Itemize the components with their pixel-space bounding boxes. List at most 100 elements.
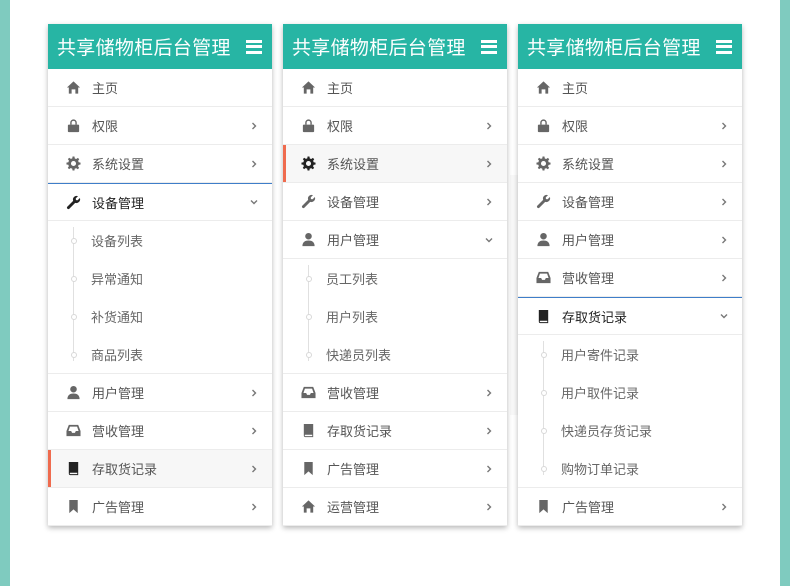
menu-toggle-icon[interactable]: [716, 39, 732, 54]
sidebar-item-4[interactable]: 设备管理: [283, 183, 507, 221]
submenu-item-2[interactable]: 异常通知: [48, 259, 272, 297]
book-icon: [65, 461, 81, 477]
gear-icon: [300, 156, 316, 172]
chevron-right-icon: [482, 386, 496, 400]
submenu-item-1[interactable]: 员工列表: [283, 259, 507, 297]
sidebar-item-6[interactable]: 营收管理: [518, 259, 742, 297]
sidebar-item-label: 权限: [562, 120, 589, 135]
sidebar-item-label: 主页: [327, 82, 354, 97]
inbox-icon: [535, 270, 551, 286]
sidebar-item-8[interactable]: 广告管理: [518, 488, 742, 526]
submenu: 设备列表 异常通知 补货通知 商品列表: [48, 221, 272, 374]
submenu-item-3[interactable]: 快递员存货记录: [518, 411, 742, 449]
sidebar-item-1[interactable]: 主页: [48, 69, 272, 107]
chevron-right-icon: [717, 500, 731, 514]
sidebar-item-2[interactable]: 权限: [518, 107, 742, 145]
sidebar-menu: 主页权限系统设置设备管理用户管理营收管理存取货记录 用户寄件记录 用户取件记录 快递员…: [518, 69, 742, 526]
submenu: 用户寄件记录 用户取件记录 快递员存货记录 购物订单记录: [518, 335, 742, 488]
sidebar-item-9[interactable]: 运营管理: [283, 488, 507, 526]
lock-icon: [300, 118, 316, 134]
submenu-item-4[interactable]: 购物订单记录: [518, 449, 742, 487]
chevron-right-icon: [247, 500, 261, 514]
inbox-icon: [65, 423, 81, 439]
chevron-right-icon: [717, 271, 731, 285]
chevron-right-icon: [717, 119, 731, 133]
sidebar-item-1[interactable]: 主页: [283, 69, 507, 107]
sidebar-item-5[interactable]: 用户管理: [48, 374, 272, 412]
sidebar-item-label: 设备管理: [562, 196, 615, 211]
sidebar-item-4[interactable]: 设备管理: [48, 183, 272, 221]
sidebar-item-label: 用户管理: [562, 234, 615, 249]
sidebar-item-5[interactable]: 用户管理: [283, 221, 507, 259]
submenu-item-2[interactable]: 用户取件记录: [518, 373, 742, 411]
wrench-icon: [300, 194, 316, 210]
submenu-item-1[interactable]: 用户寄件记录: [518, 335, 742, 373]
sidebar-item-label: 广告管理: [562, 501, 615, 516]
sidebar-item-label: 用户管理: [327, 234, 380, 249]
sidebar-item-1[interactable]: 主页: [518, 69, 742, 107]
sidebar-item-8[interactable]: 广告管理: [283, 450, 507, 488]
wrench-icon: [65, 194, 81, 210]
chevron-down-icon: [247, 195, 261, 209]
sidebar-item-label: 营收管理: [562, 272, 615, 287]
user-icon: [535, 232, 551, 248]
chevron-down-icon: [717, 309, 731, 323]
sidebar-item-4[interactable]: 设备管理: [518, 183, 742, 221]
sidebar-item-6[interactable]: 营收管理: [283, 374, 507, 412]
sidebar-menu: 主页权限 系统设置 设备管理用户管理员工列表 用户列表 快递员列表营收管理存取货记录广告…: [283, 69, 507, 526]
chevron-right-icon: [247, 386, 261, 400]
submenu-item-3[interactable]: 快递员列表: [283, 335, 507, 373]
sidebar-item-label: 设备管理: [92, 196, 145, 212]
panel-header: 共享储物柜后台管理: [48, 24, 272, 69]
gear-icon: [535, 156, 551, 172]
sidebar-item-2[interactable]: 权限: [283, 107, 507, 145]
sidebar-item-label: 广告管理: [92, 501, 145, 516]
menu-toggle-icon[interactable]: [246, 39, 262, 54]
user-icon: [300, 232, 316, 248]
chevron-right-icon: [482, 500, 496, 514]
inbox-icon: [300, 385, 316, 401]
sidebar-item-7[interactable]: 存取货记录: [48, 450, 272, 488]
sidebar-item-3[interactable]: 系统设置: [48, 145, 272, 183]
sidebar-item-6[interactable]: 营收管理: [48, 412, 272, 450]
sidebar-item-2[interactable]: 权限: [48, 107, 272, 145]
sidebar-panel-1: 共享储物柜后台管理 主页 权限系统设置设备管理设备列表 异常通知 补货通知 商品列表用户…: [48, 24, 272, 526]
submenu-item-2[interactable]: 用户列表: [283, 297, 507, 335]
submenu-item-3[interactable]: 补货通知: [48, 297, 272, 335]
chevron-right-icon: [482, 195, 496, 209]
sidebar-item-7[interactable]: 存取货记录: [283, 412, 507, 450]
submenu-item-1[interactable]: 设备列表: [48, 221, 272, 259]
submenu-item-4[interactable]: 商品列表: [48, 335, 272, 373]
submenu: 员工列表 用户列表 快递员列表: [283, 259, 507, 374]
panel-header: 共享储物柜后台管理: [283, 24, 507, 69]
chevron-right-icon: [482, 119, 496, 133]
sidebar-item-3[interactable]: 系统设置: [518, 145, 742, 183]
sidebar-item-7[interactable]: 存取货记录: [518, 297, 742, 335]
sidebar-item-label: 存取货记录: [327, 425, 393, 440]
lock-icon: [535, 118, 551, 134]
stage: 共享储物柜后台管理 主页 权限 系统设置 设备管理 设备列表 异常通知 补货通知 商品列表 用户…: [10, 0, 780, 586]
chevron-right-icon: [482, 462, 496, 476]
sidebar-item-label: 存取货记录: [92, 463, 158, 478]
chevron-right-icon: [247, 462, 261, 476]
sidebar-item-label: 用户管理: [92, 387, 145, 402]
sidebar-item-3[interactable]: 系统设置: [283, 145, 507, 183]
sidebar-item-5[interactable]: 用户管理: [518, 221, 742, 259]
wrench-icon: [535, 194, 551, 210]
gear-icon: [65, 156, 81, 172]
chevron-right-icon: [247, 119, 261, 133]
home-icon: [300, 80, 316, 96]
sidebar-item-label: 系统设置: [92, 158, 145, 173]
bookmark-icon: [300, 461, 316, 477]
sidebar-menu: 主页 权限系统设置设备管理设备列表 异常通知 补货通知 商品列表用户管理营收管理存取货记…: [48, 69, 272, 526]
home-icon: [535, 80, 551, 96]
sidebar-item-label: 营收管理: [327, 387, 380, 402]
chevron-right-icon: [247, 424, 261, 438]
panel-header: 共享储物柜后台管理: [518, 24, 742, 69]
menu-toggle-icon[interactable]: [481, 39, 497, 54]
bookmark-icon: [65, 499, 81, 515]
sidebar-item-8[interactable]: 广告管理: [48, 488, 272, 526]
sidebar-panel-2: 共享储物柜后台管理 主页权限 系统设置 设备管理用户管理员工列表 用户列表 快递员列表营…: [283, 24, 507, 526]
user-icon: [65, 385, 81, 401]
sidebar-item-label: 运营管理: [327, 501, 380, 516]
